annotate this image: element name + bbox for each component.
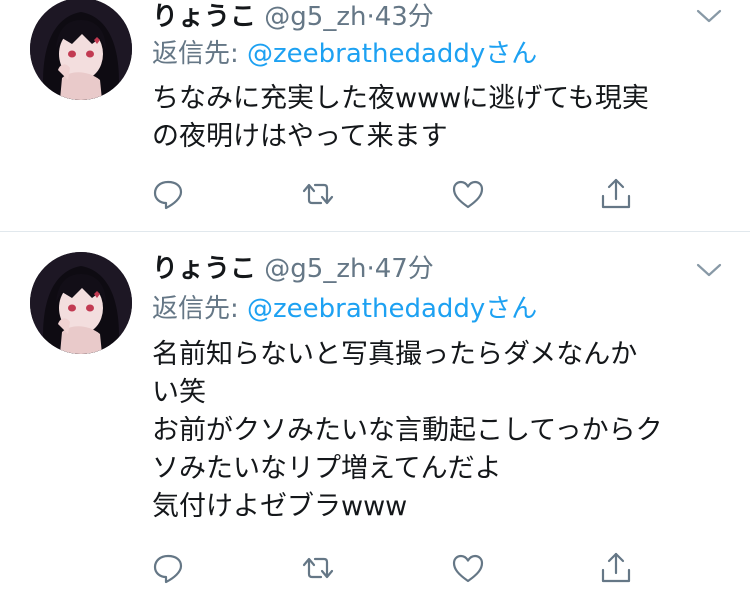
display-name[interactable]: りょうこ [152,2,256,32]
avatar[interactable] [30,252,132,354]
retweet-icon [302,557,334,579]
reply-suffix[interactable]: さん [485,39,537,69]
tweet-text-line: ちなみに充実した夜wwwに逃げても現実 [152,83,649,114]
action-bar [150,550,640,586]
tweet[interactable]: りょうこ @g5_zh·43分 返信先: @zeebrathedaddyさん ち… [0,0,750,232]
separator: · [366,254,375,284]
reply-button[interactable] [150,176,186,212]
separator: · [366,2,375,32]
action-bar [150,176,640,212]
avatar-illustration [30,0,132,100]
share-button[interactable] [598,176,634,212]
tweet-text: 名前知らないと写真撮ったらダメなんか い笑 お前がクソみたいな言動起こしてっから… [152,336,722,526]
reply-context: 返信先: @zeebrathedaddyさん [152,39,537,69]
tweet[interactable]: りょうこ @g5_zh·47分 返信先: @zeebrathedaddyさん 名… [0,232,750,599]
tweet-text-line: お前がクソみたいな言動起こしてっからク [152,415,663,446]
timestamp[interactable]: 47分 [375,254,434,284]
handle[interactable]: @g5_zh [264,2,366,32]
timestamp[interactable]: 43分 [375,2,434,32]
reply-button[interactable] [150,550,186,586]
handle[interactable]: @g5_zh [264,254,366,284]
share-button[interactable] [598,550,634,586]
tweet-text-line: い笑 [152,377,206,408]
share-icon [601,552,631,583]
like-button[interactable] [450,176,486,212]
tweet-text-line: の夜明けはやって来ます [152,121,448,152]
tweet-header: りょうこ @g5_zh·43分 [152,2,434,32]
reply-mention[interactable]: @zeebrathedaddy [247,39,485,69]
tweet-text: ちなみに充実した夜wwwに逃げても現実 の夜明けはやって来ます [152,80,722,156]
reply-suffix[interactable]: さん [485,294,537,324]
reply-context: 返信先: @zeebrathedaddyさん [152,294,537,324]
display-name[interactable]: りょうこ [152,254,256,284]
heart-icon [452,554,484,583]
chevron-down-icon[interactable] [696,262,722,278]
chevron-down-icon[interactable] [696,8,722,24]
tweet-header: りょうこ @g5_zh·47分 [152,254,434,284]
avatar-illustration [30,252,132,354]
reply-prefix: 返信先: [152,294,248,324]
reply-icon [153,554,183,584]
heart-icon [452,180,484,209]
avatar[interactable] [30,0,132,100]
retweet-button[interactable] [300,176,336,212]
tweet-text-line: 気付けよゼブラwww [152,491,408,522]
reply-mention[interactable]: @zeebrathedaddy [247,294,485,324]
share-icon [601,178,631,209]
retweet-button[interactable] [300,550,336,586]
tweet-text-line: ソみたいなリプ増えてんだよ [152,453,502,484]
reply-icon [153,180,183,210]
like-button[interactable] [450,550,486,586]
tweet-text-line: 名前知らないと写真撮ったらダメなんか [152,339,638,370]
reply-prefix: 返信先: [152,39,248,69]
retweet-icon [302,183,334,205]
